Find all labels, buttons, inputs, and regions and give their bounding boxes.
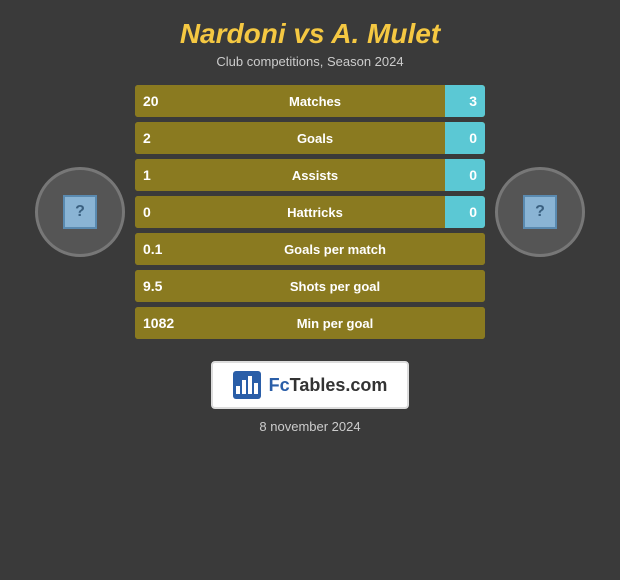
logo-text: FcTables.com [269,375,388,396]
left-avatar-placeholder: ? [63,195,97,229]
stat-row-assists: 1 Assists 0 [135,159,485,191]
logo-bar-3 [248,376,252,394]
logo-bar-4 [254,383,258,394]
stat-label-hattricks: Hattricks [185,196,445,228]
right-avatar-placeholder: ? [523,195,557,229]
stat-left-goals-per-match: 0.1 [135,233,185,265]
stat-left-goals: 2 [135,122,185,154]
content-area: ? 20 Matches 3 2 Goals 0 1 Assists 0 0 H… [0,75,620,349]
stat-label-shots-per-goal: Shots per goal [185,270,485,302]
stat-left-matches: 20 [135,85,185,117]
stats-container: 20 Matches 3 2 Goals 0 1 Assists 0 0 Hat… [135,85,485,339]
stat-left-shots-per-goal: 9.5 [135,270,185,302]
stat-row-goals-per-match: 0.1 Goals per match [135,233,485,265]
main-title: Nardoni vs A. Mulet [10,18,610,50]
logo-bars [236,376,258,394]
header: Nardoni vs A. Mulet Club competitions, S… [0,0,620,75]
logo-tables: Tables.com [290,375,388,395]
stat-row-hattricks: 0 Hattricks 0 [135,196,485,228]
right-avatar: ? [495,167,585,257]
subtitle: Club competitions, Season 2024 [10,54,610,69]
date-footer: 8 november 2024 [259,419,360,434]
stat-right-hattricks: 0 [445,196,485,228]
logo-bar-1 [236,386,240,394]
stat-row-matches: 20 Matches 3 [135,85,485,117]
logo-fc: Fc [269,375,290,395]
logo-bar-2 [242,380,246,394]
stat-row-goals: 2 Goals 0 [135,122,485,154]
stat-label-goals-per-match: Goals per match [185,233,485,265]
stat-right-matches: 3 [445,85,485,117]
stat-label-goals: Goals [185,122,445,154]
stat-right-assists: 0 [445,159,485,191]
left-avatar: ? [35,167,125,257]
stat-left-assists: 1 [135,159,185,191]
stat-row-shots-per-goal: 9.5 Shots per goal [135,270,485,302]
stat-left-min-per-goal: 1082 [135,307,185,339]
stat-label-assists: Assists [185,159,445,191]
stat-right-goals: 0 [445,122,485,154]
stat-label-min-per-goal: Min per goal [185,307,485,339]
logo-icon [233,371,261,399]
stat-row-min-per-goal: 1082 Min per goal [135,307,485,339]
stat-left-hattricks: 0 [135,196,185,228]
footer-logo: FcTables.com [211,361,410,409]
stat-label-matches: Matches [185,85,445,117]
